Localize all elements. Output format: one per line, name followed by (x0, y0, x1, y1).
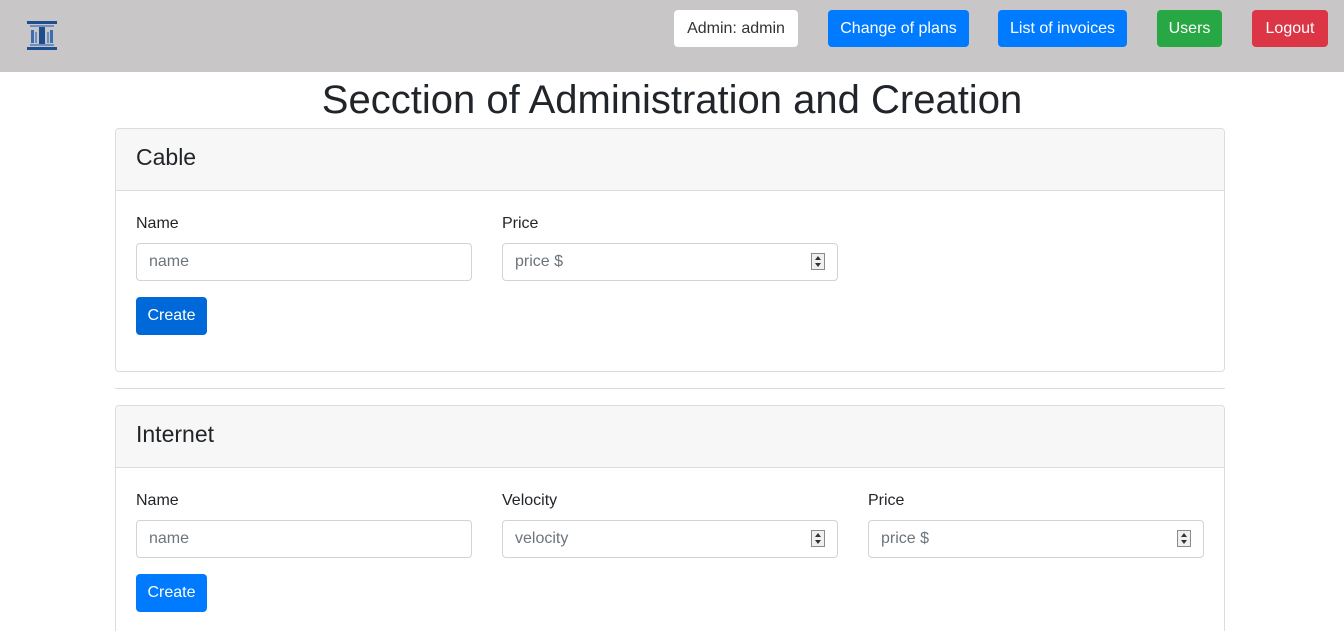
building-columns-logo-icon[interactable] (26, 20, 58, 51)
internet-price-input[interactable] (868, 520, 1204, 558)
cable-price-input[interactable] (502, 243, 838, 281)
page-title: Secction of Administration and Creation (321, 78, 1023, 122)
internet-velocity-spinner-icon[interactable] (811, 530, 825, 547)
cable-price-spinner-icon[interactable] (811, 253, 825, 270)
internet-velocity-input[interactable] (502, 520, 838, 558)
internet-card-title: Internet (136, 421, 214, 447)
internet-price-label: Price (868, 492, 905, 509)
users-button[interactable]: Users (1157, 10, 1222, 47)
section-divider (115, 388, 1225, 389)
list-of-invoices-button[interactable]: List of invoices (998, 10, 1127, 47)
cable-name-label: Name (136, 215, 179, 232)
cable-price-field (502, 243, 838, 281)
internet-velocity-field (502, 520, 838, 558)
internet-velocity-label: Velocity (502, 492, 558, 509)
cable-card-title: Cable (136, 144, 197, 170)
top-navbar: Admin: admin Change of plans List of inv… (0, 0, 1344, 72)
internet-name-input[interactable] (136, 520, 472, 558)
internet-card-header: Internet (116, 406, 1224, 468)
internet-create-button[interactable]: Create (136, 574, 207, 612)
cable-price-label: Price (502, 215, 539, 232)
internet-card: Internet Name Velocity Price Create (115, 405, 1225, 631)
cable-card-header: Cable (116, 129, 1224, 191)
admin-user-button[interactable]: Admin: admin (674, 10, 798, 47)
cable-name-input[interactable] (136, 243, 472, 281)
cable-card: Cable Name Price Create (115, 128, 1225, 372)
change-of-plans-button[interactable]: Change of plans (828, 10, 969, 47)
internet-price-field (868, 520, 1204, 558)
logout-button[interactable]: Logout (1252, 10, 1328, 47)
cable-create-button[interactable]: Create (136, 297, 207, 335)
internet-price-spinner-icon[interactable] (1177, 530, 1191, 547)
internet-name-label: Name (136, 492, 179, 509)
